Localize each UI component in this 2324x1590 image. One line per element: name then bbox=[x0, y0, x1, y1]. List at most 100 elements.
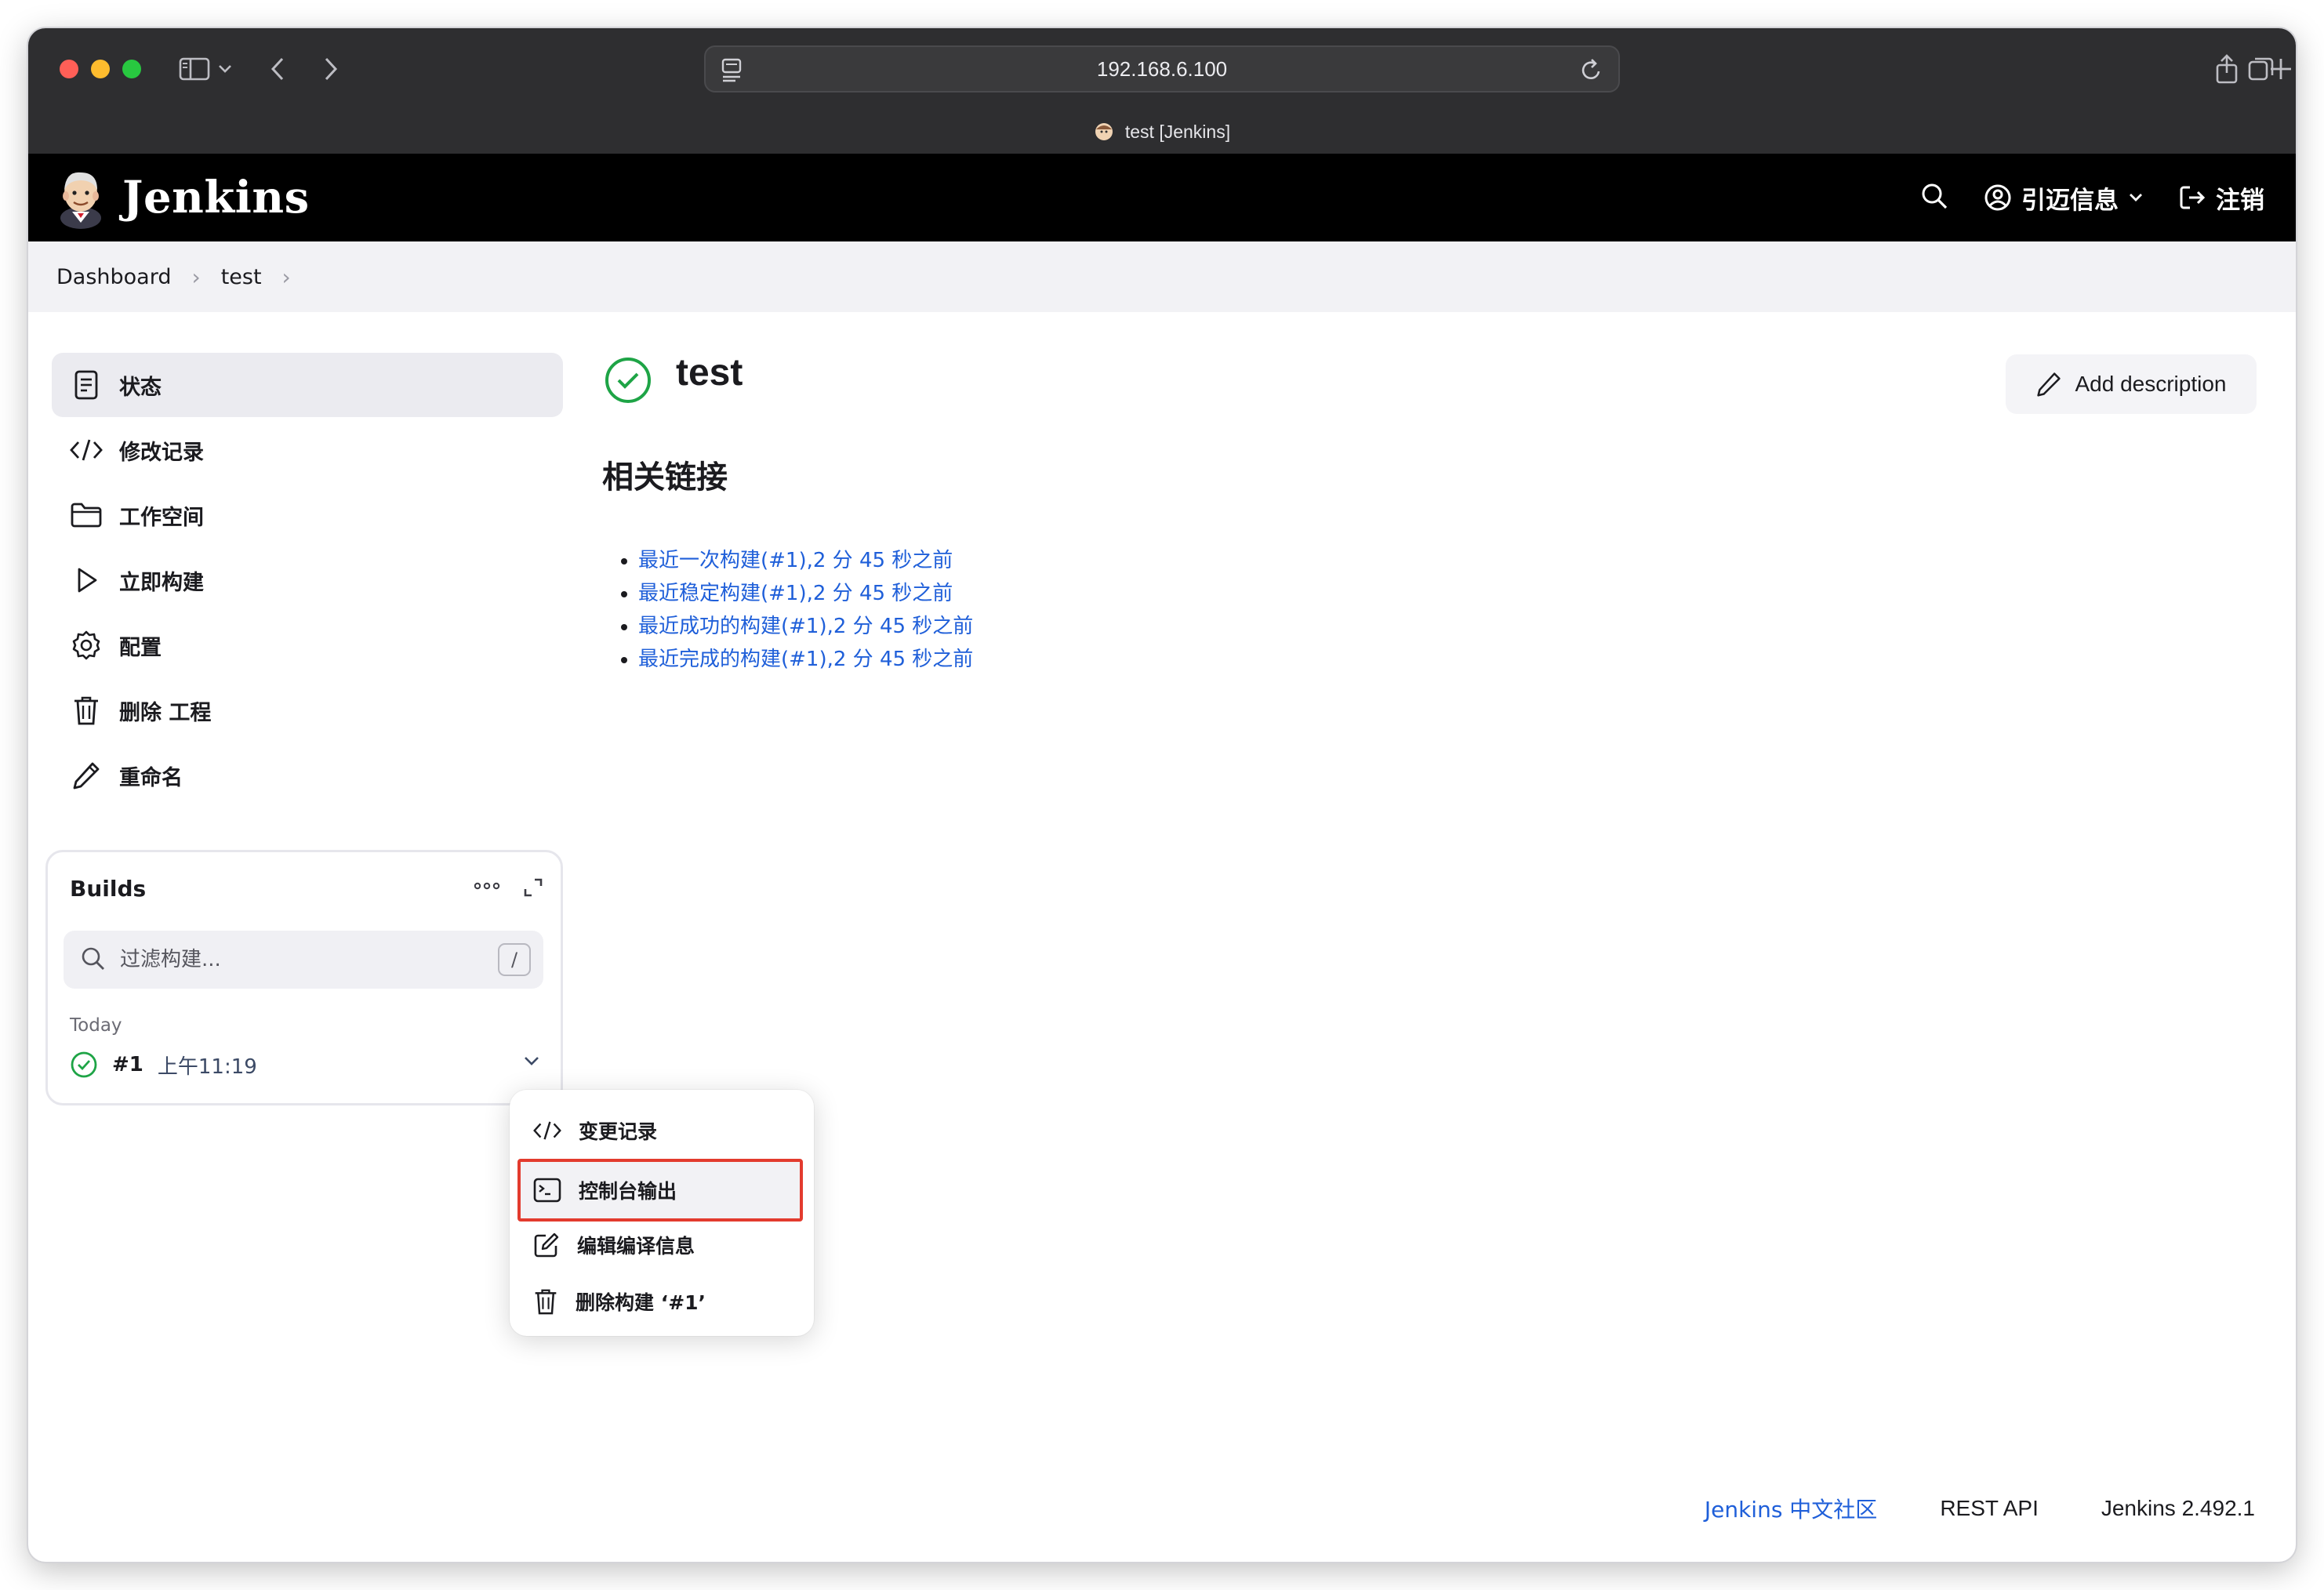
jenkins-home-link[interactable]: Jenkins bbox=[56, 165, 310, 231]
folder-icon bbox=[69, 498, 103, 532]
build-number[interactable]: #1 bbox=[112, 1053, 143, 1076]
list-item: 最近一次构建(#1),2 分 45 秒之前 bbox=[638, 544, 973, 577]
build-filter-input[interactable] bbox=[120, 943, 465, 976]
rest-api-link[interactable]: REST API bbox=[1940, 1496, 2039, 1521]
menu-item-console-output[interactable]: 控制台输出 bbox=[517, 1159, 803, 1222]
logout-icon bbox=[2180, 186, 2206, 209]
build-filter[interactable]: / bbox=[64, 931, 543, 989]
page-title: test bbox=[676, 352, 743, 394]
forward-icon[interactable] bbox=[314, 52, 348, 86]
trash-icon bbox=[69, 693, 103, 728]
gear-icon bbox=[69, 628, 103, 662]
list-item: 最近稳定构建(#1),2 分 45 秒之前 bbox=[638, 577, 973, 610]
chevron-down-icon bbox=[2130, 194, 2142, 201]
user-menu[interactable]: 引迈信息 bbox=[1984, 180, 2144, 216]
last-stable-build-link[interactable]: 最近稳定构建(#1),2 分 45 秒之前 bbox=[638, 582, 953, 605]
logout-label: 注销 bbox=[2216, 186, 2264, 215]
related-links-heading: 相关链接 bbox=[602, 459, 728, 496]
breadcrumb-test[interactable]: test bbox=[221, 265, 262, 289]
menu-item-label: 删除构建 ‘#1’ bbox=[576, 1291, 706, 1314]
add-description-button[interactable]: Add description bbox=[2006, 354, 2257, 414]
sidebar-item-label: 工作空间 bbox=[119, 505, 204, 530]
sidebar: 状态 修改记录 工作空间 立即构建 配置 删除 工程 重命名 bbox=[52, 353, 563, 808]
pencil-icon bbox=[69, 758, 103, 793]
search-icon bbox=[79, 945, 107, 976]
breadcrumb: Dashboard › test › bbox=[28, 241, 2296, 312]
menu-item-label: 变更记录 bbox=[579, 1120, 658, 1143]
sidebar-item-delete-project[interactable]: 删除 工程 bbox=[52, 678, 563, 742]
sidebar-item-label: 状态 bbox=[119, 375, 162, 400]
sidebar-item-label: 立即构建 bbox=[119, 570, 204, 595]
last-build-link[interactable]: 最近一次构建(#1),2 分 45 秒之前 bbox=[638, 549, 953, 572]
search-icon[interactable] bbox=[1919, 181, 1949, 214]
zoom-window-button[interactable] bbox=[122, 60, 141, 78]
menu-item-edit-build-info[interactable]: 编辑编译信息 bbox=[521, 1218, 803, 1272]
last-successful-build-link[interactable]: 最近成功的构建(#1),2 分 45 秒之前 bbox=[638, 615, 973, 638]
chevron-right-icon[interactable]: › bbox=[282, 264, 291, 290]
menu-item-label: 控制台输出 bbox=[579, 1180, 677, 1203]
menu-item-label: 编辑编译信息 bbox=[577, 1235, 695, 1258]
jenkins-logo-icon bbox=[60, 172, 101, 229]
sidebar-item-build-now[interactable]: 立即构建 bbox=[52, 548, 563, 612]
page-settings-icon[interactable] bbox=[720, 56, 743, 86]
play-icon bbox=[69, 563, 103, 597]
build-time: 上午11:19 bbox=[157, 1055, 257, 1079]
chevron-down-icon[interactable] bbox=[523, 1055, 540, 1070]
build-context-menu: 变更记录 控制台输出 编辑编译信息 删除构建 ‘#1’ bbox=[510, 1090, 814, 1336]
tab-title: test [Jenkins] bbox=[1124, 121, 1231, 142]
pencil-icon bbox=[2037, 372, 2061, 397]
expand-icon[interactable] bbox=[521, 876, 545, 902]
build-row[interactable]: #1 上午11:19 bbox=[70, 1044, 540, 1086]
jenkins-version[interactable]: Jenkins 2.492.1 bbox=[2101, 1496, 2255, 1521]
chevron-down-icon[interactable] bbox=[213, 52, 237, 86]
sidebar-item-changes[interactable]: 修改记录 bbox=[52, 418, 563, 482]
add-description-label: Add description bbox=[2075, 372, 2227, 396]
sidebar-item-configure[interactable]: 配置 bbox=[52, 613, 563, 677]
success-icon bbox=[71, 1051, 97, 1078]
code-icon bbox=[533, 1121, 561, 1140]
code-icon bbox=[69, 433, 103, 467]
back-icon[interactable] bbox=[260, 52, 295, 86]
more-options-icon[interactable] bbox=[471, 874, 503, 901]
last-completed-build-link[interactable]: 最近完成的构建(#1),2 分 45 秒之前 bbox=[638, 648, 973, 671]
keyboard-shortcut-hint: / bbox=[498, 943, 531, 976]
build-group-label: Today bbox=[70, 1015, 122, 1036]
sidebar-toggle-icon[interactable] bbox=[177, 52, 212, 86]
minimize-window-button[interactable] bbox=[91, 60, 110, 78]
sidebar-item-rename[interactable]: 重命名 bbox=[52, 743, 563, 808]
user-name: 引迈信息 bbox=[2021, 186, 2119, 215]
terminal-icon bbox=[533, 1178, 561, 1203]
chevron-right-icon: › bbox=[191, 263, 201, 290]
sidebar-item-label: 修改记录 bbox=[119, 440, 204, 465]
sidebar-item-label: 重命名 bbox=[119, 765, 183, 790]
breadcrumb-dashboard[interactable]: Dashboard bbox=[56, 265, 171, 289]
user-icon bbox=[1984, 184, 2011, 211]
trash-icon bbox=[535, 1289, 557, 1315]
list-item: 最近成功的构建(#1),2 分 45 秒之前 bbox=[638, 610, 973, 643]
page-footer: Jenkins 中文社区 REST API Jenkins 2.492.1 bbox=[1705, 1493, 2255, 1524]
notepad-icon bbox=[69, 368, 103, 402]
builds-widget: Builds / Today #1 上午11:19 bbox=[45, 850, 563, 1105]
address-bar[interactable]: 192.168.6.100 bbox=[704, 45, 1620, 93]
reload-icon[interactable] bbox=[1579, 56, 1604, 86]
browser-window: 192.168.6.100 test [Jenkins] Jenkins 引迈信… bbox=[28, 28, 2296, 1562]
success-icon bbox=[604, 356, 652, 408]
sidebar-item-label: 删除 工程 bbox=[119, 700, 212, 725]
sidebar-item-label: 配置 bbox=[119, 635, 162, 660]
tab-overview-icon[interactable] bbox=[2244, 52, 2279, 86]
builds-title: Builds bbox=[70, 876, 147, 902]
sidebar-item-workspace[interactable]: 工作空间 bbox=[52, 483, 563, 547]
menu-item-changes[interactable]: 变更记录 bbox=[521, 1104, 803, 1157]
sidebar-item-status[interactable]: 状态 bbox=[52, 353, 563, 417]
share-icon[interactable] bbox=[2210, 52, 2244, 86]
jenkins-favicon-icon bbox=[1095, 123, 1113, 140]
menu-item-delete-build[interactable]: 删除构建 ‘#1’ bbox=[521, 1275, 803, 1328]
jenkins-community-link[interactable]: Jenkins 中文社区 bbox=[1705, 1493, 1877, 1524]
address-text: 192.168.6.100 bbox=[1096, 56, 1228, 81]
related-links-list: 最近一次构建(#1),2 分 45 秒之前 最近稳定构建(#1),2 分 45 … bbox=[638, 544, 973, 676]
logout-link[interactable]: 注销 bbox=[2178, 180, 2264, 216]
close-window-button[interactable] bbox=[60, 60, 78, 78]
jenkins-header: Jenkins 引迈信息 注销 bbox=[28, 154, 2296, 241]
browser-tab[interactable]: test [Jenkins] bbox=[28, 116, 2296, 147]
edit-icon bbox=[534, 1232, 559, 1258]
